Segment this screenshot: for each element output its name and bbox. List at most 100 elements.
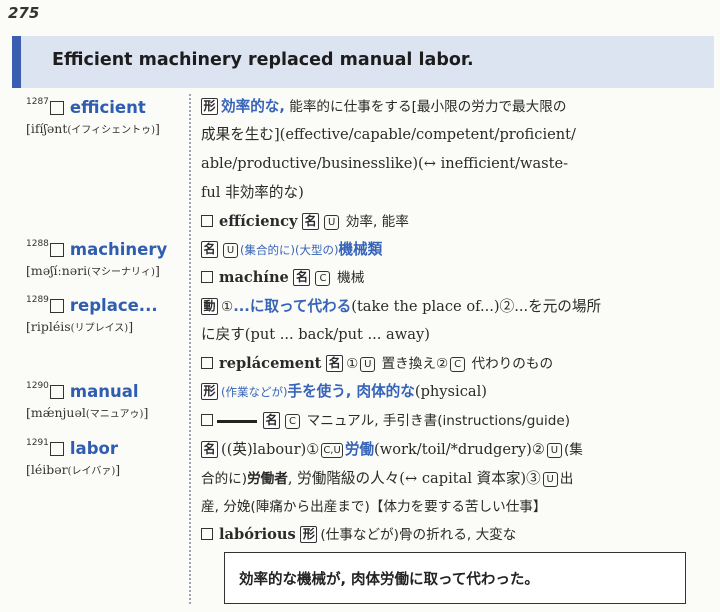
kana-reading: (マニュアゥ) bbox=[85, 409, 144, 420]
pos-badge: 名 bbox=[302, 213, 320, 230]
pron-bracket: ] bbox=[128, 319, 134, 334]
pronunciation: [məʃíːnəri(マシーナリィ)] bbox=[26, 263, 167, 278]
translation-text: 効率的な機械が, 肉体労働に取って代わった。 bbox=[239, 572, 539, 588]
countability-badge: U bbox=[223, 243, 238, 258]
countability-badge: C bbox=[285, 414, 300, 429]
derivative-word: effíciency bbox=[219, 213, 298, 230]
entry-number: 1287 bbox=[26, 97, 49, 107]
primary-meaning: 機械類 bbox=[338, 241, 383, 258]
derivative-checkbox-icon[interactable] bbox=[201, 528, 213, 540]
pos-badge: 名 bbox=[293, 269, 311, 286]
def-labor-line2: 合的に)労働者, 労働階級の人々(↔ capital 資本家)③ U 出 bbox=[201, 467, 573, 491]
meaning-text: 産, 分娩(陣痛から出産まで)【体力を要する苦しい仕事】 bbox=[201, 499, 547, 515]
pos-badge: 名 bbox=[201, 241, 218, 258]
ipa: [məʃíːnəri bbox=[26, 263, 88, 278]
usage-note: (仕事などが) bbox=[320, 527, 399, 543]
kana-reading: (マシーナリィ) bbox=[87, 267, 155, 278]
pos-badge: 動 bbox=[201, 298, 218, 315]
meaning-text: (work/toil/*drudgery)② bbox=[374, 441, 545, 458]
def-machinery-line1: 名 U (集合的に)(大型の)機械類 bbox=[201, 238, 382, 262]
checkbox-icon[interactable] bbox=[49, 442, 64, 456]
sense-number: ① bbox=[346, 356, 359, 372]
derivative-machine: machíne 名C 機械 bbox=[201, 266, 364, 290]
pron-bracket: ] bbox=[154, 121, 160, 136]
derivative-meaning: 効率, 能率 bbox=[345, 214, 409, 230]
kana-reading: (リプレイス) bbox=[70, 323, 129, 334]
headword: labor bbox=[69, 438, 118, 458]
entry-number: 1291 bbox=[26, 438, 49, 448]
countability-badge: C,U bbox=[321, 443, 343, 458]
derivative-word: machíne bbox=[219, 269, 289, 286]
meaning-text: 能率的に仕事をする[最小限の労力で最大限の bbox=[284, 99, 567, 115]
entry-number: 1289 bbox=[26, 295, 49, 305]
countability-badge: C bbox=[315, 271, 331, 286]
banner-accent-bar bbox=[12, 36, 21, 88]
entry-replace: 1289 replace... [ripléis(リプレイス)] bbox=[26, 294, 158, 334]
checkbox-icon[interactable] bbox=[49, 101, 64, 115]
ipa: [léibər bbox=[26, 462, 68, 477]
ipa: [ripléis bbox=[26, 319, 71, 334]
entry-efficient: 1287 efficient [ifíʃənt(イフィシェントゥ)] bbox=[26, 96, 160, 136]
headword: manual bbox=[69, 381, 139, 401]
usage-note: (作業などが) bbox=[221, 385, 288, 399]
meaning-text: (physical) bbox=[414, 383, 487, 400]
headword: machinery bbox=[69, 239, 168, 259]
derivative-meaning: マニュアル, 手引き書(instructions/guide) bbox=[306, 413, 571, 429]
headword: efficient bbox=[69, 97, 146, 117]
primary-meaning: 効率的な, bbox=[221, 98, 285, 115]
def-efficient-line4: ful 非効率的な) bbox=[201, 184, 304, 201]
derivative-manual-noun: 名C マニュアル, 手引き書(instructions/guide) bbox=[201, 409, 570, 433]
pos-badge: 名 bbox=[201, 441, 218, 458]
checkbox-icon[interactable] bbox=[49, 299, 64, 313]
derivative-word: labórious bbox=[219, 526, 296, 543]
pos-badge: 形 bbox=[300, 526, 318, 543]
ipa: [mǽnjuəl bbox=[26, 405, 86, 420]
usage-note: (集合的に)(大型の) bbox=[240, 243, 339, 257]
checkbox-icon[interactable] bbox=[49, 385, 64, 399]
derivative-meaning: 置き換え② bbox=[377, 356, 449, 372]
def-labor-line3: 産, 分娩(陣痛から出産まで)【体力を要する苦しい仕事】 bbox=[201, 495, 547, 519]
meaning-text: 出 bbox=[559, 471, 574, 487]
pron-bracket: ] bbox=[154, 263, 160, 278]
def-efficient-line1: 形効率的な, 能率的に仕事をする[最小限の労力で最大限の bbox=[201, 95, 566, 119]
sense-number: ① bbox=[221, 299, 234, 315]
derivative-replacement: replácement 名①U 置き換え② C 代わりのもの bbox=[201, 352, 553, 376]
banner-sentence: Efficient machinery replaced manual labo… bbox=[52, 50, 474, 70]
ipa: [ifíʃənt bbox=[26, 121, 68, 136]
pronunciation: [ifíʃənt(イフィシェントゥ)] bbox=[26, 121, 160, 136]
def-efficient-line2: 成果を生む](effective/capable/competent/profi… bbox=[201, 126, 576, 143]
pos-badge: 形 bbox=[201, 383, 218, 400]
page-number: 275 bbox=[8, 4, 40, 22]
checkbox-icon[interactable] bbox=[49, 243, 64, 257]
countability-badge: U bbox=[546, 443, 562, 458]
derivative-checkbox-icon[interactable] bbox=[201, 215, 213, 227]
kana-reading: (イフィシェントゥ) bbox=[67, 125, 155, 136]
countability-badge: C bbox=[450, 357, 466, 372]
def-labor-line1: 名 ((英)labour)① C,U 労働(work/toil/*drudgery)②… bbox=[201, 438, 583, 462]
pos-badge: 名 bbox=[263, 412, 280, 429]
entry-number: 1290 bbox=[26, 381, 49, 391]
kana-reading: (レイバァ) bbox=[67, 466, 116, 477]
derivative-meaning: 代わりのもの bbox=[467, 356, 554, 372]
pronunciation: [léibər(レイバァ)] bbox=[26, 462, 120, 477]
meaning-bold: 労働者 bbox=[247, 471, 288, 487]
derivative-checkbox-icon[interactable] bbox=[201, 414, 213, 426]
pron-bracket: ] bbox=[115, 462, 121, 477]
primary-meaning: 手を使う, 肉体的な bbox=[287, 383, 415, 400]
derivative-checkbox-icon[interactable] bbox=[201, 357, 213, 369]
meaning-text: ((英)labour)① bbox=[221, 441, 320, 458]
column-divider bbox=[189, 94, 191, 604]
derivative-checkbox-icon[interactable] bbox=[201, 271, 213, 283]
derivative-efficiency: effíciency 名U 効率, 能率 bbox=[201, 210, 409, 234]
meaning-text: 合的に) bbox=[201, 471, 248, 487]
pos-badge: 名 bbox=[326, 355, 344, 372]
entry-number: 1288 bbox=[26, 239, 49, 249]
headword-dash bbox=[217, 419, 257, 423]
entry-manual: 1290 manual [mǽnjuəl(マニュアゥ)] bbox=[26, 380, 148, 420]
derivative-meaning: 骨の折れる, 大変な bbox=[398, 527, 517, 543]
pronunciation: [mǽnjuəl(マニュアゥ)] bbox=[26, 405, 148, 420]
meaning-text: (集 bbox=[563, 442, 583, 458]
derivative-laborious: labórious 形 (仕事などが)骨の折れる, 大変な bbox=[201, 523, 516, 547]
def-efficient-line3: able/productive/businesslike)(↔ ineffici… bbox=[201, 155, 569, 172]
pronunciation: [ripléis(リプレイス)] bbox=[26, 319, 158, 334]
